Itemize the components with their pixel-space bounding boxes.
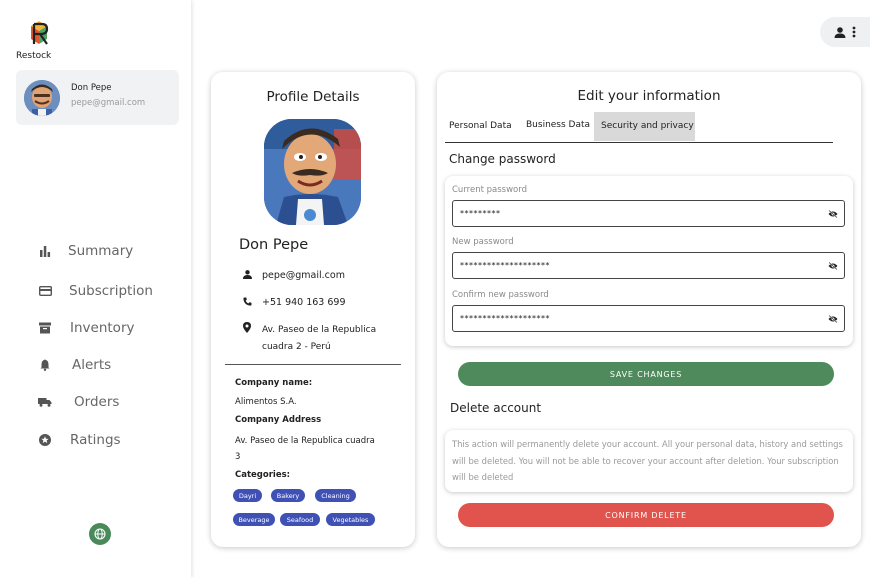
current-password-field[interactable]: ********* xyxy=(452,200,845,227)
tab-security-privacy[interactable]: Security and privacy xyxy=(601,121,694,131)
category-chip[interactable]: Beverage xyxy=(233,513,275,526)
restock-logo-icon xyxy=(31,21,49,45)
category-chip[interactable]: Cleaning xyxy=(315,489,356,502)
profile-name: Don Pepe xyxy=(239,237,309,253)
location-pin-icon xyxy=(241,322,253,333)
category-chip[interactable]: Dayri xyxy=(233,489,262,502)
edit-card-title: Edit your information xyxy=(577,88,721,104)
globe-icon xyxy=(94,528,106,540)
edit-information-card: Edit your information Personal Data Busi… xyxy=(437,72,861,547)
eye-off-icon[interactable] xyxy=(828,210,838,218)
delete-warning-text: This action will permanently delete your… xyxy=(452,439,843,482)
user-card[interactable]: Don Pepe pepe@gmail.com xyxy=(16,70,179,125)
new-password-value: ******************** xyxy=(460,261,550,270)
bell-icon xyxy=(38,358,52,372)
sidebar-item-summary[interactable]: Summary xyxy=(38,241,133,261)
archive-icon xyxy=(38,321,52,335)
profile-address-row: Av. Paseo de la Republica cuadra 2 - Per… xyxy=(241,322,376,356)
category-chip[interactable]: Bakery xyxy=(271,489,305,502)
bar-chart-icon xyxy=(38,244,52,258)
tabs-underline xyxy=(445,142,833,143)
sidebar-item-label: Subscription xyxy=(69,283,153,299)
avatar xyxy=(24,80,60,116)
profile-divider xyxy=(225,364,401,365)
sidebar-item-alerts[interactable]: Alerts xyxy=(38,355,111,375)
profile-address-line2: cuadra 2 - Perú xyxy=(262,342,331,352)
profile-phone: +51 940 163 699 xyxy=(262,297,346,308)
change-password-panel: Current password ********* New password … xyxy=(445,176,853,346)
confirm-password-label: Confirm new password xyxy=(452,290,549,300)
confirm-password-value: ******************** xyxy=(460,314,550,323)
delete-account-title: Delete account xyxy=(450,401,542,415)
sidebar-item-inventory[interactable]: Inventory xyxy=(38,318,134,338)
category-chip[interactable]: Vegetables xyxy=(326,513,375,526)
company-address-line1: Av. Paseo de la Republica cuadra xyxy=(235,436,375,446)
user-email: pepe@gmail.com xyxy=(71,98,146,108)
current-password-value: ********* xyxy=(460,209,501,218)
profile-photo-image xyxy=(264,119,361,225)
credit-card-icon xyxy=(38,284,52,298)
profile-photo xyxy=(264,119,361,225)
sidebar-item-label: Alerts xyxy=(72,357,112,373)
delete-warning-panel: This action will permanently delete your… xyxy=(445,430,853,492)
user-name: Don Pepe xyxy=(71,83,112,93)
company-address-line2: 3 xyxy=(235,452,241,462)
person-icon xyxy=(241,270,253,279)
sidebar-item-subscription[interactable]: Subscription xyxy=(38,281,153,301)
change-password-title: Change password xyxy=(449,152,556,166)
profile-phone-row: +51 940 163 699 xyxy=(241,297,346,308)
profile-card: Profile Details Don Pepe pepe@gmail.com xyxy=(211,72,415,547)
profile-card-title: Profile Details xyxy=(266,89,360,105)
category-chip[interactable]: Seafood xyxy=(280,513,320,526)
sidebar: Restock Don Pepe pepe@gmail.com Summary xyxy=(0,0,191,578)
sidebar-item-label: Ratings xyxy=(70,432,121,448)
phone-icon xyxy=(241,297,253,306)
user-icon xyxy=(834,26,846,38)
profile-email: pepe@gmail.com xyxy=(262,270,345,281)
profile-address-line1: Av. Paseo de la Republica xyxy=(262,325,377,335)
sidebar-item-orders[interactable]: Orders xyxy=(38,392,119,412)
sidebar-item-ratings[interactable]: Ratings xyxy=(38,430,121,450)
current-password-label: Current password xyxy=(452,185,527,195)
brand-logo[interactable]: Restock xyxy=(16,18,58,61)
new-password-label: New password xyxy=(452,237,514,247)
company-name-value: Alimentos S.A. xyxy=(235,397,297,407)
tab-personal-data[interactable]: Personal Data xyxy=(449,121,512,131)
company-address-label: Company Address xyxy=(235,415,322,425)
more-vertical-icon xyxy=(852,26,856,38)
new-password-field[interactable]: ******************** xyxy=(452,252,845,279)
avatar-image xyxy=(24,80,60,116)
tab-business-data[interactable]: Business Data xyxy=(526,120,590,130)
confirm-delete-button[interactable]: CONFIRM DELETE xyxy=(458,503,834,527)
star-circle-icon xyxy=(38,433,52,447)
language-button[interactable] xyxy=(89,523,111,545)
brand-name: Restock xyxy=(16,51,52,61)
eye-off-icon[interactable] xyxy=(828,262,838,270)
profile-email-row: pepe@gmail.com xyxy=(241,270,345,281)
sidebar-item-label: Inventory xyxy=(70,320,135,336)
truck-icon xyxy=(38,395,52,409)
confirm-password-field[interactable]: ******************** xyxy=(452,305,845,332)
save-changes-button[interactable]: SAVE CHANGES xyxy=(458,362,834,386)
company-address-value: Av. Paseo de la Republica cuadra 3 xyxy=(235,433,375,465)
categories-label: Categories: xyxy=(235,470,291,480)
sidebar-item-label: Orders xyxy=(74,394,120,410)
eye-off-icon[interactable] xyxy=(828,315,838,323)
company-name-label: Company name: xyxy=(235,378,313,388)
account-menu-button[interactable] xyxy=(820,17,870,47)
sidebar-item-label: Summary xyxy=(68,243,134,259)
